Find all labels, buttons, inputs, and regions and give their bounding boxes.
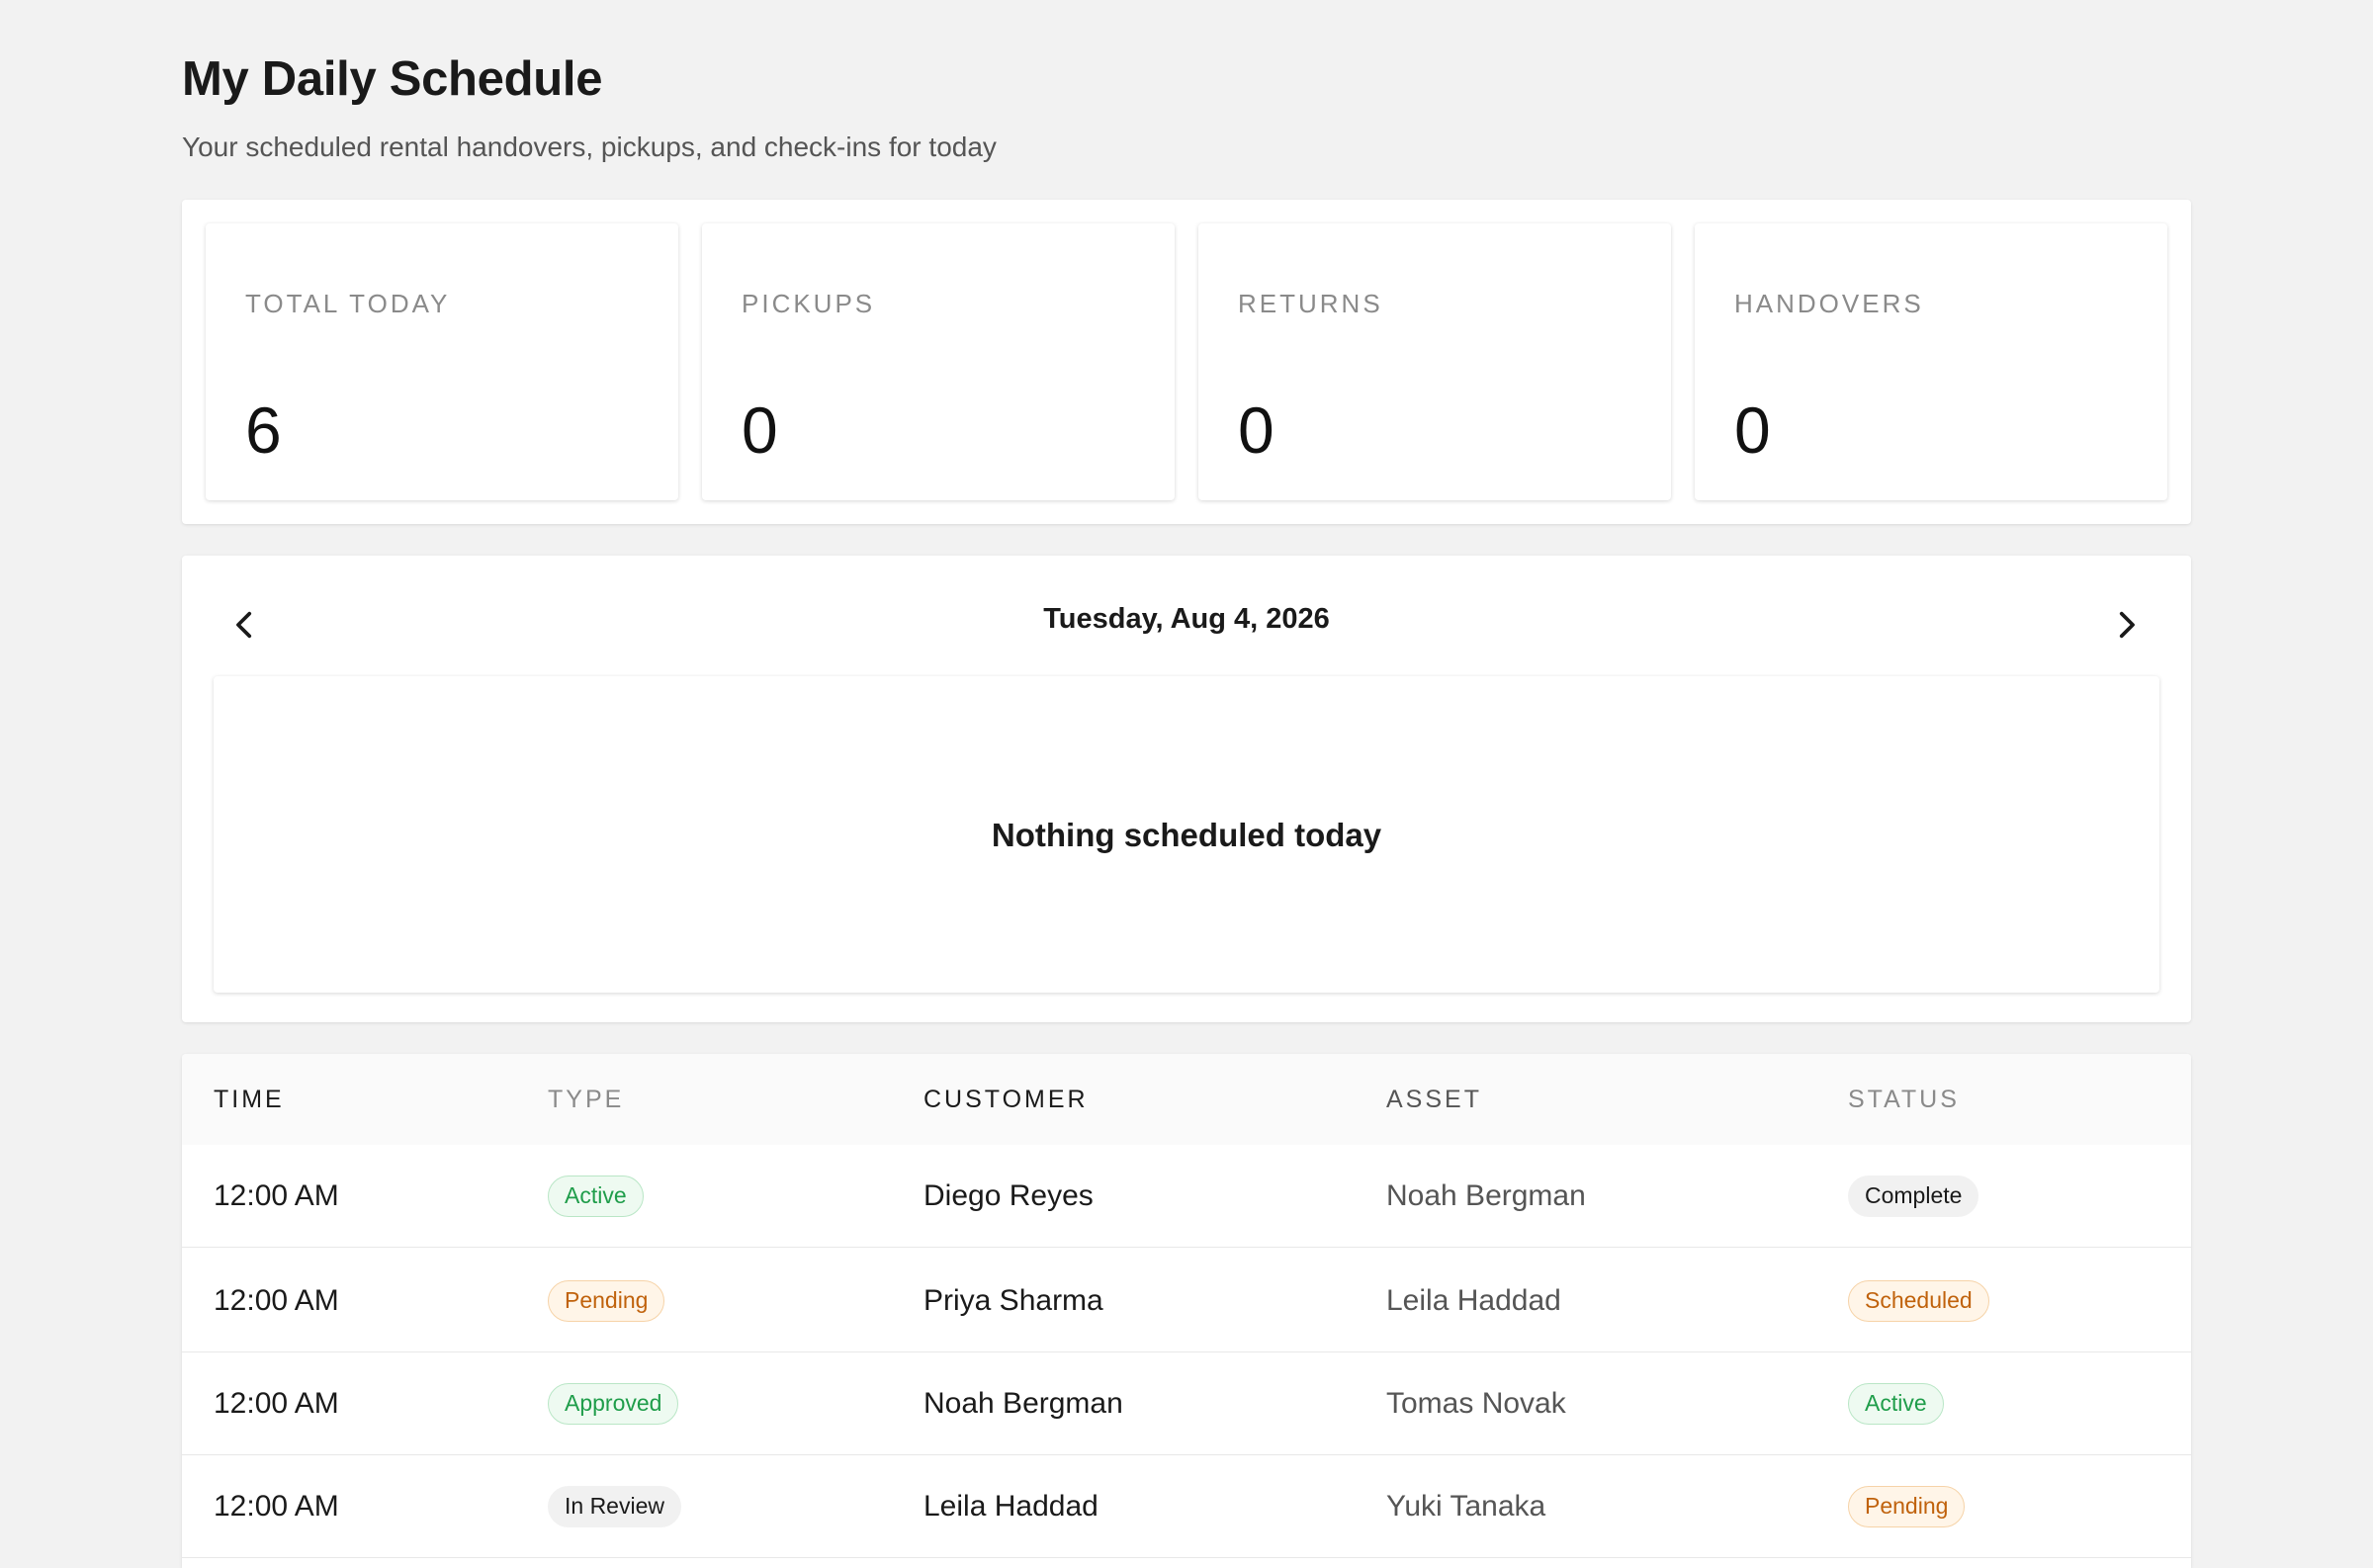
cell-asset: Tomas Novak <box>1386 1387 1566 1420</box>
stat-value: 0 <box>742 393 778 467</box>
status-badge: Complete <box>1848 1176 1979 1217</box>
type-badge: Active <box>548 1176 644 1217</box>
cell-status: Scheduled <box>1848 1250 1989 1352</box>
stat-label: PICKUPS <box>742 289 876 318</box>
schedule-table: TIME TYPE CUSTOMER ASSET STATUS 12:00 AM… <box>182 1054 2191 1568</box>
cell-type: Approved <box>548 1352 679 1455</box>
cell-type: Active <box>548 1145 644 1248</box>
cell-time: 12:00 AM <box>214 1284 339 1317</box>
table-row[interactable]: 12:00 AM Approved Noah Bergman Tomas Nov… <box>182 1352 2191 1455</box>
column-header-customer[interactable]: CUSTOMER <box>923 1086 1089 1114</box>
cell-status: Complete <box>1848 1145 1979 1248</box>
stat-value: 0 <box>1238 393 1274 467</box>
stat-card-total-today: TOTAL TODAY 6 <box>206 223 678 500</box>
cell-customer: Priya Sharma <box>923 1284 1103 1317</box>
status-badge: Pending <box>1848 1486 1966 1527</box>
type-badge: In Review <box>548 1486 681 1527</box>
column-header-time[interactable]: TIME <box>214 1086 285 1114</box>
empty-state: Nothing scheduled today <box>214 676 2159 993</box>
cell-time: 12:00 AM <box>214 1179 339 1212</box>
type-badge: Approved <box>548 1383 679 1425</box>
cell-status: Active <box>1848 1352 1944 1455</box>
stat-card-handovers: HANDOVERS 0 <box>1695 223 2167 500</box>
column-header-status[interactable]: STATUS <box>1848 1086 1960 1114</box>
stat-card-returns: RETURNS 0 <box>1198 223 1671 500</box>
stats-panel: TOTAL TODAY 6 PICKUPS 0 RETURNS 0 HANDOV… <box>182 200 2191 524</box>
stat-value: 6 <box>245 393 282 467</box>
cell-status: Pending <box>1848 1455 1966 1558</box>
chevron-right-icon <box>2119 611 2135 639</box>
date-navigator: Tuesday, Aug 4, 2026 Nothing scheduled t… <box>182 556 2191 1022</box>
page-title: My Daily Schedule <box>182 52 603 106</box>
stat-label: TOTAL TODAY <box>245 289 451 318</box>
status-badge: Active <box>1848 1383 1944 1425</box>
status-badge: Scheduled <box>1848 1280 1989 1322</box>
cell-customer: Diego Reyes <box>923 1179 1094 1212</box>
stat-card-pickups: PICKUPS 0 <box>702 223 1175 500</box>
cell-asset: Yuki Tanaka <box>1386 1490 1546 1523</box>
type-badge: Pending <box>548 1280 665 1322</box>
cell-time: 12:00 AM <box>214 1387 339 1420</box>
stat-value: 0 <box>1734 393 1771 467</box>
page-subtitle: Your scheduled rental handovers, pickups… <box>182 131 997 162</box>
cell-asset: Noah Bergman <box>1386 1179 1586 1212</box>
table-row[interactable]: 12:00 AM Active Diego Reyes Noah Bergman… <box>182 1145 2191 1248</box>
stat-label: HANDOVERS <box>1734 289 1924 318</box>
table-row[interactable]: 12:00 AM Pending Priya Sharma Leila Hadd… <box>182 1250 2191 1352</box>
column-header-asset[interactable]: ASSET <box>1386 1086 1482 1114</box>
table-header: TIME TYPE CUSTOMER ASSET STATUS <box>182 1054 2191 1145</box>
cell-type: Pending <box>548 1250 665 1352</box>
cell-customer: Leila Haddad <box>923 1490 1099 1523</box>
table-row[interactable]: 12:00 AM In Review Leila Haddad Yuki Tan… <box>182 1455 2191 1558</box>
cell-time: 12:00 AM <box>214 1490 339 1523</box>
cell-asset: Leila Haddad <box>1386 1284 1561 1317</box>
current-date: Tuesday, Aug 4, 2026 <box>1043 603 1330 635</box>
next-day-button[interactable] <box>2096 595 2155 654</box>
cell-type: In Review <box>548 1455 681 1558</box>
cell-customer: Noah Bergman <box>923 1387 1123 1420</box>
stat-label: RETURNS <box>1238 289 1383 318</box>
empty-state-message: Nothing scheduled today <box>991 817 1382 853</box>
column-header-type[interactable]: TYPE <box>548 1086 624 1114</box>
